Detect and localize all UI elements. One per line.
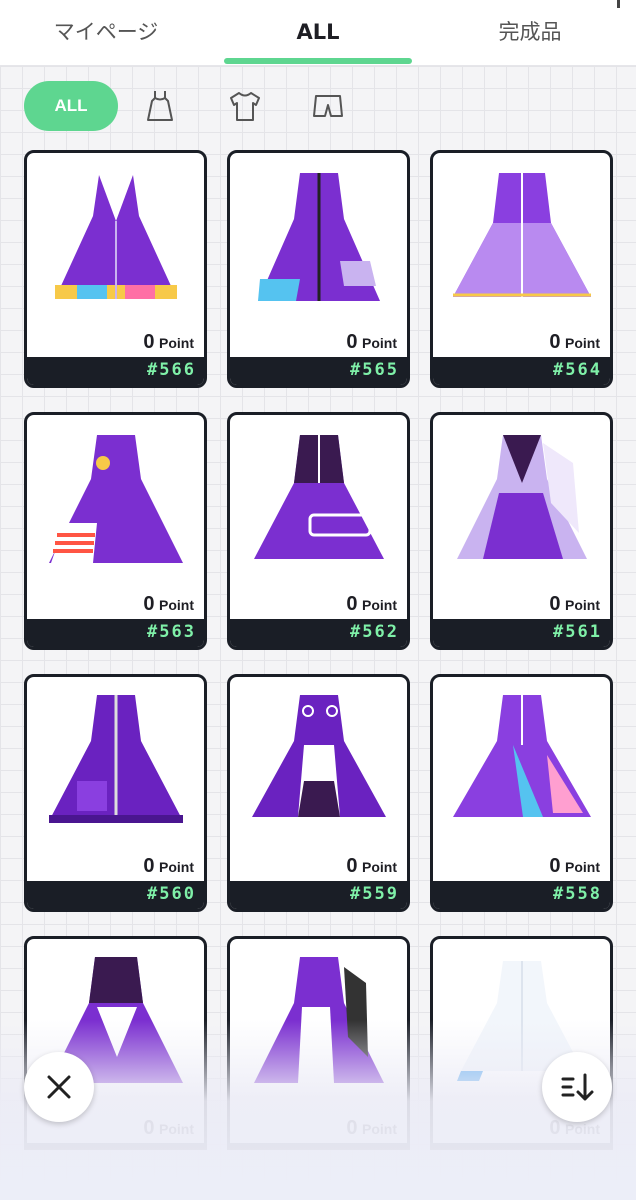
top-tab-bar: マイページ ALL 完成品 bbox=[0, 0, 636, 66]
outfit-image bbox=[252, 695, 386, 817]
card-footer bbox=[230, 1143, 407, 1150]
outfit-id: #558 bbox=[553, 884, 602, 904]
tab-all[interactable]: ALL bbox=[212, 12, 424, 52]
outfit-image bbox=[254, 435, 384, 559]
dress-icon[interactable] bbox=[140, 88, 180, 124]
card-footer: #558 bbox=[433, 881, 610, 909]
card-footer: #561 bbox=[433, 619, 610, 647]
points-label: 0 Point bbox=[549, 855, 600, 877]
active-tab-indicator bbox=[224, 58, 412, 64]
outfit-grid: 0 Point #566 0 Point #565 0 Point #564 0… bbox=[24, 150, 614, 1150]
shirt-icon[interactable] bbox=[225, 88, 265, 124]
outfit-id: #565 bbox=[350, 360, 399, 380]
points-label: 0 Point bbox=[549, 331, 600, 353]
card-footer: #559 bbox=[230, 881, 407, 909]
outfit-id: #564 bbox=[553, 360, 602, 380]
outfit-image bbox=[254, 957, 384, 1083]
outfit-image bbox=[55, 175, 177, 299]
card-footer: #563 bbox=[27, 619, 204, 647]
sort-icon bbox=[561, 1073, 594, 1101]
card-footer bbox=[27, 1143, 204, 1150]
outfit-card[interactable]: 0 Point #564 bbox=[430, 150, 613, 388]
outfit-card[interactable]: 0 Point #563 bbox=[24, 412, 207, 650]
outfit-card[interactable]: 0 Point #558 bbox=[430, 674, 613, 912]
card-footer: #565 bbox=[230, 357, 407, 385]
tab-completed[interactable]: 完成品 bbox=[424, 12, 636, 52]
outfit-image bbox=[457, 435, 587, 559]
outfit-id: #563 bbox=[147, 622, 196, 642]
card-footer: #566 bbox=[27, 357, 204, 385]
card-footer: #560 bbox=[27, 881, 204, 909]
outfit-id: #561 bbox=[553, 622, 602, 642]
outfit-id: #562 bbox=[350, 622, 399, 642]
outfit-image bbox=[453, 695, 591, 817]
outfit-card[interactable]: 0 Point #559 bbox=[227, 674, 410, 912]
outfit-image bbox=[49, 695, 183, 823]
card-footer: #562 bbox=[230, 619, 407, 647]
points-label: 0 Point bbox=[549, 593, 600, 615]
outfit-card[interactable]: 0 Point #561 bbox=[430, 412, 613, 650]
points-label: 0 Point bbox=[143, 1117, 194, 1139]
sort-button[interactable] bbox=[542, 1052, 612, 1122]
outfit-card[interactable]: 0 Point #562 bbox=[227, 412, 410, 650]
scroll-indicator bbox=[617, 0, 620, 8]
outfit-id: #559 bbox=[350, 884, 399, 904]
outfit-id: #566 bbox=[147, 360, 196, 380]
points-label: 0 Point bbox=[346, 1117, 397, 1139]
outfit-card[interactable]: 0 Point #565 bbox=[227, 150, 410, 388]
outfit-image bbox=[258, 173, 380, 301]
points-label: 0 Point bbox=[143, 331, 194, 353]
outfit-image bbox=[49, 435, 183, 563]
points-label: 0 Point bbox=[346, 855, 397, 877]
close-icon bbox=[47, 1075, 71, 1099]
shorts-icon[interactable] bbox=[308, 88, 348, 124]
points-label: 0 Point bbox=[143, 593, 194, 615]
card-footer: #564 bbox=[433, 357, 610, 385]
close-button[interactable] bbox=[24, 1052, 94, 1122]
card-footer bbox=[433, 1143, 610, 1150]
outfit-id: #560 bbox=[147, 884, 196, 904]
filter-all-button[interactable]: ALL bbox=[24, 81, 118, 131]
points-label: 0 Point bbox=[346, 593, 397, 615]
tab-my-page[interactable]: マイページ bbox=[0, 12, 212, 52]
outfit-image bbox=[453, 173, 591, 297]
points-label: 0 Point bbox=[143, 855, 194, 877]
category-filter-bar: ALL bbox=[0, 78, 636, 136]
points-label: 0 Point bbox=[346, 331, 397, 353]
outfit-card[interactable]: 0 Point bbox=[227, 936, 410, 1150]
outfit-card[interactable]: 0 Point #566 bbox=[24, 150, 207, 388]
outfit-card[interactable]: 0 Point #560 bbox=[24, 674, 207, 912]
